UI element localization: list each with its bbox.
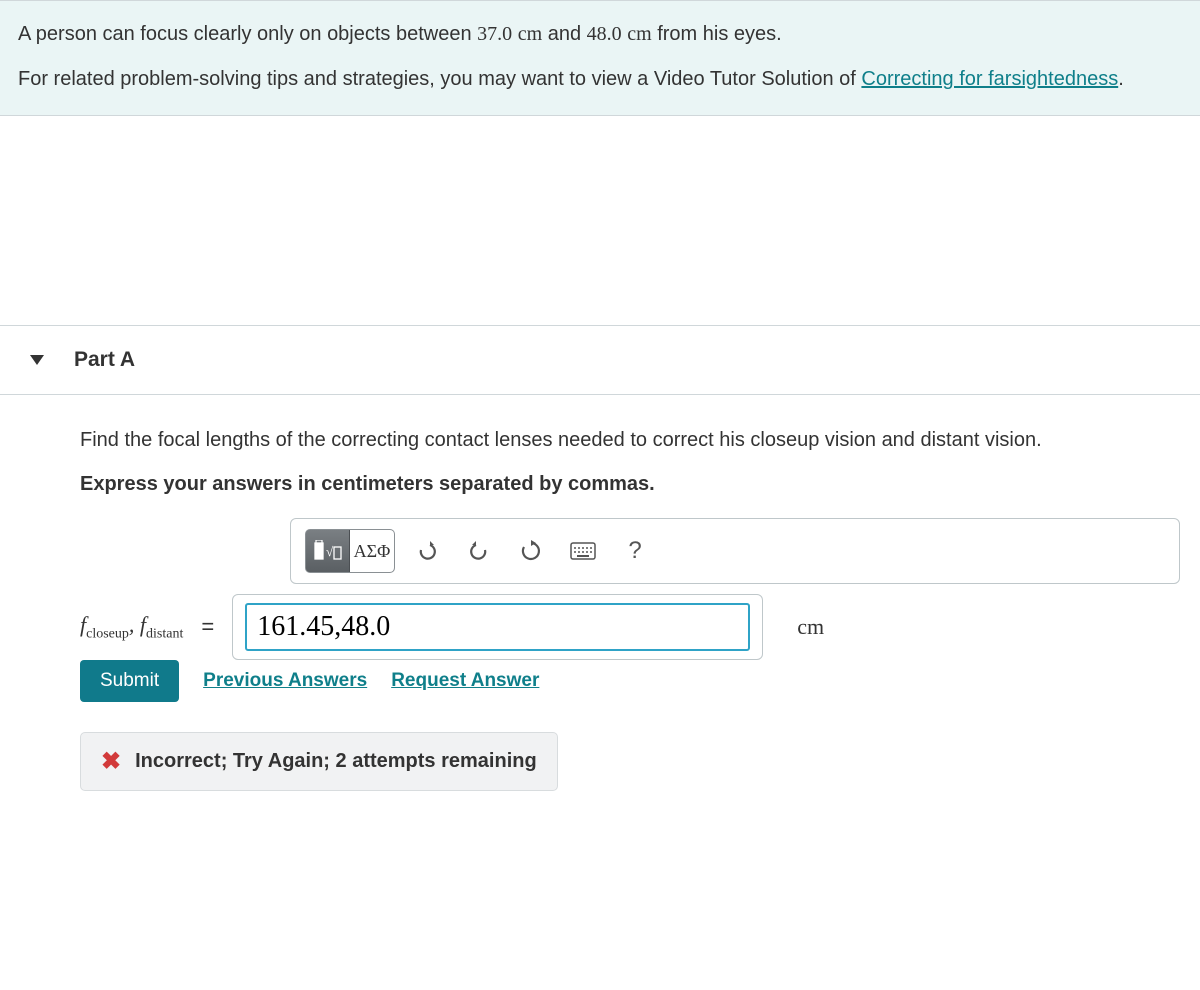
help-button[interactable]: ? [615,531,655,571]
intro-text-b: and [542,23,586,45]
part-title: Part A [74,348,135,372]
undo-button[interactable] [407,531,447,571]
part-header[interactable]: Part A [0,326,1200,395]
video-tutor-link[interactable]: Correcting for farsightedness [861,68,1118,90]
templates-icon: √ [314,540,342,562]
f-closeup: fcloseup [80,612,129,637]
greek-button[interactable]: ΑΣΦ [350,530,394,572]
feedback-text: Incorrect; Try Again; 2 attempts remaini… [135,750,537,773]
near-value: 37.0 [477,23,512,45]
undo-icon [416,540,438,562]
feedback-box: ✖ Incorrect; Try Again; 2 attempts remai… [80,732,558,791]
spacer [0,116,1200,326]
request-answer-link[interactable]: Request Answer [391,670,539,692]
keyboard-icon [570,542,596,560]
answer-box [232,594,763,660]
intro-line-1: A person can focus clearly only on objec… [18,19,1182,50]
answer-widget: √ ΑΣΦ [80,518,1180,660]
actions-row: Submit Previous Answers Request Answer [80,660,1180,702]
part-body: Find the focal lengths of the correcting… [0,395,1200,811]
equation-toolbar: √ ΑΣΦ [290,518,1180,584]
intro-line-2: For related problem-solving tips and str… [18,64,1182,95]
label-comma: , [129,612,140,637]
reset-icon [520,540,542,562]
answer-unit: cm [797,614,824,640]
redo-button[interactable] [459,531,499,571]
unit-cm-2: cm [627,23,651,45]
reset-button[interactable] [511,531,551,571]
incorrect-icon: ✖ [101,747,121,776]
variable-label: fcloseup, fdistant [80,612,183,642]
answer-instructions: Express your answers in centimeters sepa… [80,473,1180,496]
equals-sign: = [201,614,214,640]
previous-answers-link[interactable]: Previous Answers [203,670,367,692]
submit-button[interactable]: Submit [80,660,179,702]
svg-text:√: √ [326,544,334,559]
intro-text-c: from his eyes. [652,23,782,45]
intro-period: . [1118,68,1124,90]
answer-row: fcloseup, fdistant = cm [80,594,1180,660]
caret-down-icon [30,355,44,365]
intro-text-a: A person can focus clearly only on objec… [18,23,477,45]
toolbar-group: √ ΑΣΦ [305,529,395,573]
templates-button[interactable]: √ [306,530,350,572]
unit-cm-1: cm [518,23,542,45]
far-value: 48.0 [587,23,622,45]
redo-icon [468,540,490,562]
keyboard-button[interactable] [563,531,603,571]
problem-intro: A person can focus clearly only on objec… [0,0,1200,116]
answer-input[interactable] [245,603,750,651]
intro-text-d: For related problem-solving tips and str… [18,68,861,90]
f-distant: fdistant [140,612,183,637]
question-text: Find the focal lengths of the correcting… [80,425,1180,455]
